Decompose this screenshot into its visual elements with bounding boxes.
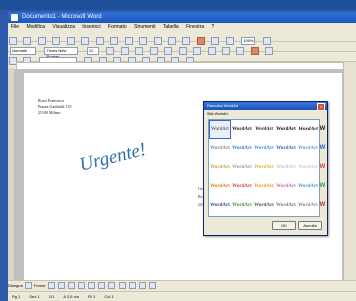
status-row: Ri 1	[88, 294, 96, 299]
formatting-toolbar: Normale Times New Roman 12	[8, 42, 356, 59]
wordart-style-grid: WordArt WordArt WordArt WordArt WordArt …	[208, 119, 320, 217]
rectangle-icon[interactable]	[67, 282, 75, 290]
autoshapes-menu[interactable]: Forme	[34, 283, 46, 288]
address-line: 25100 Milano	[38, 110, 61, 115]
dialog-title: Raccolta WordArt	[204, 102, 327, 110]
wordart-gallery-dialog: Raccolta WordArt × Stile WordArt: WordAr…	[203, 101, 328, 236]
line-color-icon[interactable]	[128, 282, 136, 290]
window-title: Documento1 - Microsoft Word	[22, 14, 102, 20]
wordart-style-cell[interactable]: WordArt	[232, 140, 252, 157]
textbox-icon[interactable]	[88, 282, 96, 290]
line-icon[interactable]	[47, 282, 55, 290]
wordart-style-cell[interactable]: WordArt	[298, 159, 318, 176]
menu-file[interactable]: File	[11, 24, 19, 30]
wordart-style-cell[interactable]: WordArt	[254, 121, 274, 138]
status-position: A 2,5 cm	[63, 294, 79, 299]
status-page: Pg 1	[12, 294, 21, 299]
drawing-toolbar: Disegna Forme	[8, 280, 356, 291]
wordart-style-cell[interactable]: WordArt	[276, 140, 296, 157]
wordart-style-cell[interactable]: WordArt	[210, 159, 230, 176]
status-column: Col 1	[104, 294, 114, 299]
menu-visualizza[interactable]: Visualizza	[52, 24, 74, 30]
menu-modifica[interactable]: Modifica	[26, 24, 45, 30]
menu-help[interactable]: ?	[212, 24, 215, 30]
wordart-vertical-style[interactable]: W	[319, 177, 326, 194]
wordart-style-cell[interactable]: WordArt	[209, 120, 231, 139]
wordart-style-cell[interactable]: WordArt	[232, 159, 252, 176]
standard-toolbar: 100%	[8, 32, 356, 45]
menu-finestra[interactable]: Finestra	[186, 24, 204, 30]
wordart-object[interactable]: Urgente!	[77, 139, 148, 177]
wordart-style-cell[interactable]: WordArt	[232, 121, 252, 138]
menu-bar: File Modifica Visualizza Inserisci Forma…	[8, 23, 356, 32]
wordart-style-cell[interactable]: WordArt	[210, 197, 230, 214]
ok-button[interactable]: OK	[272, 221, 296, 230]
menu-formato[interactable]: Formato	[108, 24, 127, 30]
wordart-style-cell[interactable]: WordArt	[232, 197, 252, 214]
select-arrow-icon[interactable]	[24, 282, 32, 290]
arrow-icon[interactable]	[57, 282, 65, 290]
wordart-style-cell[interactable]: WordArt	[276, 197, 296, 214]
cancel-button[interactable]: Annulla	[298, 221, 322, 230]
wordart-style-cell[interactable]: WordArt	[254, 178, 274, 195]
wordart-style-cell[interactable]: WordArt	[210, 140, 230, 157]
oval-icon[interactable]	[78, 282, 85, 290]
vertical-scrollbar[interactable]	[343, 62, 356, 280]
wordart-style-cell[interactable]: WordArt	[298, 140, 318, 157]
title-bar: Documento1 - Microsoft Word	[8, 12, 356, 23]
clipart-icon[interactable]	[108, 282, 116, 290]
3d-icon[interactable]	[148, 282, 156, 290]
wordart-vertical-style[interactable]: W	[319, 120, 326, 137]
status-section: Sez 1	[29, 294, 40, 299]
wordart-style-cell[interactable]: WordArt	[296, 121, 321, 138]
drawing-toolbar-top	[8, 52, 356, 65]
wordart-vertical-style[interactable]: W	[319, 158, 326, 175]
dialog-section-label: Stile WordArt:	[207, 112, 229, 116]
wordart-style-cell[interactable]: WordArt	[298, 197, 318, 214]
menu-strumenti[interactable]: Strumenti	[134, 24, 155, 30]
wordart-style-cell[interactable]: WordArt	[298, 178, 318, 195]
insert-wordart-icon[interactable]	[98, 282, 106, 290]
wordart-vertical-style[interactable]: W	[319, 139, 326, 156]
menu-tabella[interactable]: Tabella	[163, 24, 179, 30]
wordart-style-cell[interactable]: WordArt	[254, 159, 274, 176]
wordart-style-cell[interactable]: WordArt	[232, 178, 252, 195]
address-block: Rossi Francesca Piazza Garibaldi 135 251…	[38, 98, 72, 116]
wordart-style-cell[interactable]: WordArt	[276, 178, 296, 195]
fill-color-icon[interactable]	[118, 282, 126, 290]
wordart-style-cell[interactable]: WordArt	[276, 121, 296, 138]
status-pages: 1/1	[48, 294, 55, 299]
menu-inserisci[interactable]: Inserisci	[82, 24, 100, 30]
wordart-style-cell[interactable]: WordArt	[210, 178, 230, 195]
wordart-style-cell[interactable]: WordArt	[276, 159, 296, 176]
background-strip	[0, 0, 356, 10]
close-icon[interactable]: ×	[317, 103, 325, 111]
word-window: Documento1 - Microsoft Word File Modific…	[8, 12, 356, 301]
status-bar: Pg 1 Sez 1 1/1 A 2,5 cm Ri 1 Col 1	[8, 291, 356, 301]
shadow-icon[interactable]	[138, 282, 146, 290]
draw-menu[interactable]: Disegna	[8, 283, 23, 288]
wordart-style-cell[interactable]: WordArt	[254, 140, 274, 157]
wordart-vertical-style[interactable]: W	[319, 196, 326, 213]
word-app-icon	[11, 14, 18, 21]
wordart-style-cell[interactable]: WordArt	[254, 197, 274, 214]
